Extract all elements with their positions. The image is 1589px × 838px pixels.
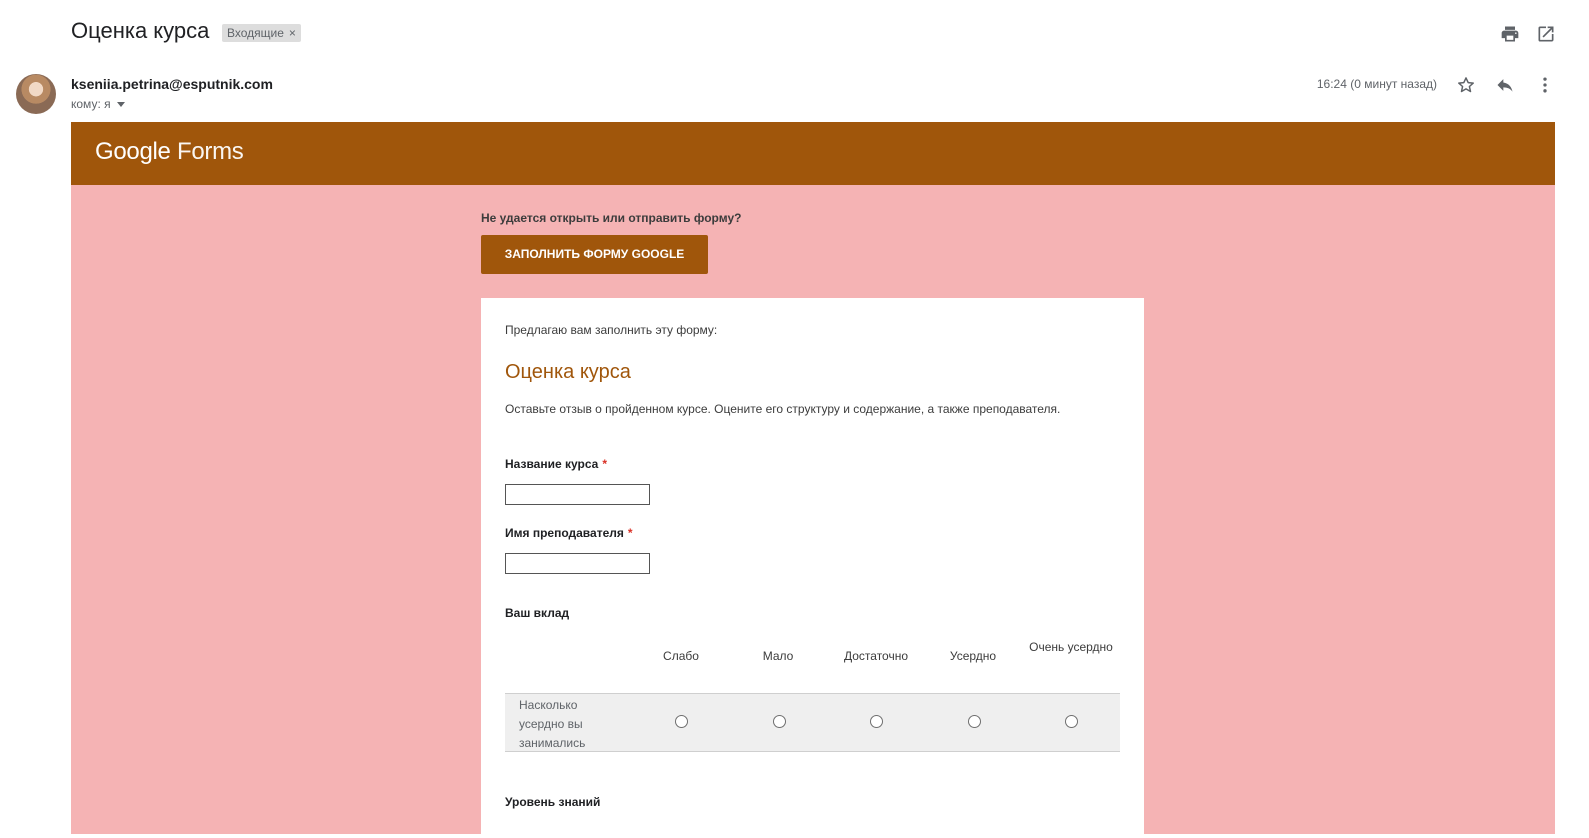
inbox-label-text: Входящие [227,26,284,40]
course-name-label-text: Название курса [505,457,599,471]
trouble-opening-text: Не удается открыть или отправить форму? [481,211,742,225]
form-description: Оставьте отзыв о пройденном курсе. Оцени… [505,402,1061,416]
question-knowledge-label: Уровень знаний [505,795,601,809]
remove-label-icon[interactable]: × [289,26,296,40]
email-timestamp: 16:24 (0 минут назад) [1316,77,1437,91]
logo-google-word: Google [95,138,171,165]
open-new-window-icon[interactable] [1536,24,1556,44]
form-intro-text: Предлагаю вам заполнить эту форму: [505,323,718,337]
required-asterisk: * [627,526,633,540]
google-forms-header: Google Forms [71,122,1555,185]
recipient-line: кому: я [71,97,125,111]
radio-weak[interactable] [675,715,688,728]
question-contribution-label: Ваш вклад [505,606,570,620]
radio-little[interactable] [773,715,786,728]
grid-column-header: Слабо [663,649,699,663]
more-vert-icon[interactable] [1535,75,1555,95]
grid-column-header: Достаточно [843,649,909,663]
google-forms-logo: Google Forms [95,138,244,166]
grid-row: Насколько усердно вы занимались [505,693,1120,752]
sender-email[interactable]: kseniia.petrina@esputnik.com [71,76,273,92]
logo-forms-word: Forms [176,138,244,165]
grid-column-header: Усердно [949,649,997,663]
form-card: Предлагаю вам заполнить эту форму: Оценк… [481,298,1144,838]
radio-very-diligent[interactable] [1065,715,1078,728]
question-teacher-name-label: Имя преподавателя * [505,526,633,540]
form-email-body: Не удается открыть или отправить форму? … [71,185,1555,838]
radio-diligent[interactable] [968,715,981,728]
course-name-input[interactable] [505,484,650,505]
email-subject: Оценка курса [71,18,210,43]
grid-row-label: Насколько усердно вы занимались [519,698,586,750]
sender-avatar [16,74,56,114]
star-icon[interactable] [1456,75,1476,95]
fill-google-form-button[interactable]: ЗАПОЛНИТЬ ФОРМУ GOOGLE [481,235,708,274]
teacher-name-input[interactable] [505,553,650,574]
radio-enough[interactable] [870,715,883,728]
question-course-name-label: Название курса * [505,457,607,471]
grid-column-header: Мало [762,649,794,663]
required-asterisk: * [602,457,607,471]
teacher-name-label-text: Имя преподавателя [505,526,624,540]
inbox-label-chip[interactable]: Входящие × [222,24,301,42]
recipient-details-dropdown-icon[interactable] [116,102,125,108]
grid-column-header: Очень усердно [1029,640,1113,654]
form-title: Оценка курса [505,361,631,383]
reply-icon[interactable] [1495,75,1515,95]
print-icon[interactable] [1500,24,1520,44]
recipient-text: кому: я [71,97,111,111]
